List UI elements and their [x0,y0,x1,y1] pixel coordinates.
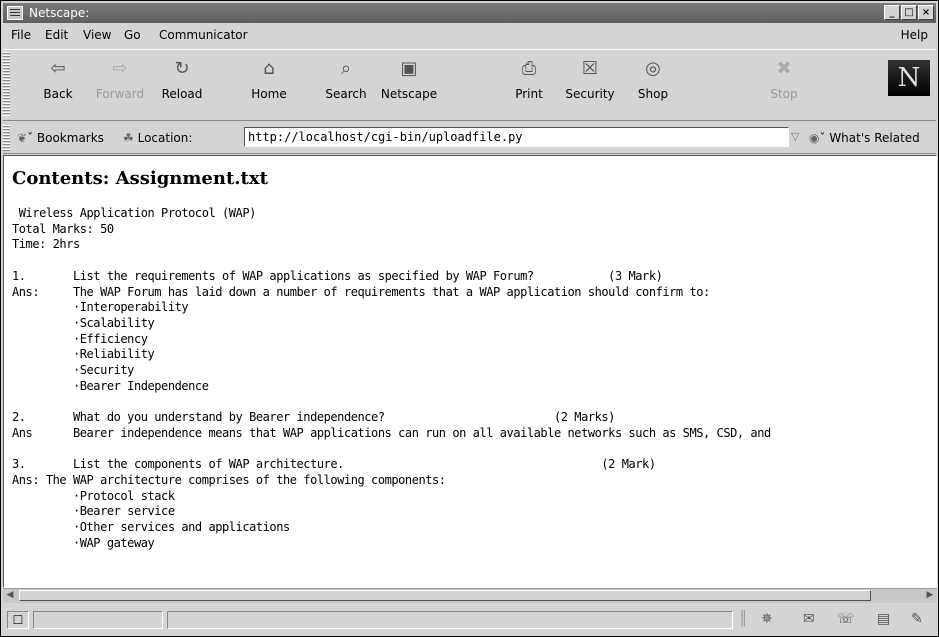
title-bar: Netscape: _ □ × [3,3,936,23]
close-button[interactable]: × [918,5,934,20]
netscape-button[interactable]: ▣ Netscape [378,54,440,101]
back-label: Back [43,87,73,101]
print-label: Print [515,87,543,101]
shop-icon: ◎ [645,58,661,79]
navigator-icon[interactable]: ✵ [761,611,773,627]
back-button[interactable]: ⇦ Back [27,54,89,101]
toolbar-grip[interactable] [3,52,10,116]
component-bar: ║ ✵ ✉ ☏ ▤ ✎ [739,609,935,631]
menu-view[interactable]: View [83,28,111,42]
minimize-button[interactable]: _ [884,5,900,20]
document-text: Wireless Application Protocol (WAP) Tota… [12,206,771,550]
maximize-button[interactable]: □ [901,5,917,20]
window-menu-icon[interactable] [7,6,23,20]
reload-button[interactable]: ↻ Reload [151,54,213,101]
search-button[interactable]: ⌕ Search [315,54,377,101]
mail-icon[interactable]: ✉ [803,611,815,627]
related-icon: ◉ [809,131,820,145]
security-button[interactable]: ☒ Security [559,54,621,101]
scroll-right-arrow-icon[interactable]: ▶ [923,589,937,602]
whats-related-label: What's Related [829,131,920,145]
bookmarks-button[interactable]: ❦ˇ Bookmarks [17,131,104,145]
component-grip[interactable]: ║ [739,611,747,627]
forward-arrow-icon: ⇨ [112,58,128,79]
location-icon: ☘ [123,131,134,145]
forward-label: Forward [95,87,145,101]
netscape-logo[interactable]: N [888,60,930,96]
menu-communicator[interactable]: Communicator [159,28,248,42]
menu-go[interactable]: Go [124,28,141,42]
home-icon: ⌂ [263,58,275,79]
location-label: Location: [137,131,193,145]
page-content[interactable]: Contents: Assignment.txt Wireless Applic… [3,155,937,588]
menu-help[interactable]: Help [901,28,928,42]
stop-icon: ✖ [776,58,792,79]
url-dropdown-icon[interactable]: ▽ [791,130,799,143]
horizontal-scrollbar[interactable]: ◀ ▶ [3,588,937,603]
home-label: Home [251,87,287,101]
progress-pane [33,611,163,629]
lock-icon: ☒ [581,58,599,79]
print-icon: ⎙ [521,58,537,79]
scroll-thumb[interactable] [19,590,871,601]
navigation-toolbar: ⇦ Back ⇨ Forward ↻ Reload ⌂ Home ⌕ Searc… [3,49,936,121]
forward-button[interactable]: ⇨ Forward [89,54,151,101]
search-label: Search [325,87,367,101]
edit-pen-icon[interactable]: ✎ [911,611,923,627]
location-grip[interactable] [3,125,10,151]
url-input[interactable]: http://localhost/cgi-bin/uploadfile.py [244,127,789,147]
menu-file[interactable]: File [11,28,31,42]
location-label-wrap: ☘ Location: [123,131,192,145]
browser-window: Netscape: _ □ × File Edit View Go Commun… [0,0,939,637]
shop-label: Shop [637,87,669,101]
page-title: Contents: Assignment.txt [12,168,268,189]
reload-icon: ↻ [174,58,190,79]
status-bar: ☐ ║ ✵ ✉ ☏ ▤ ✎ [3,605,936,635]
netscape-label: Netscape [380,87,438,101]
stop-button[interactable]: ✖ Stop [753,54,815,101]
netscape-icon: ▣ [400,58,418,79]
groups-icon[interactable]: ☏ [837,611,855,627]
whats-related-button[interactable]: ◉ˇ What's Related [809,131,920,145]
stop-label: Stop [770,87,798,101]
composer-icon[interactable]: ▤ [877,611,890,627]
bookmark-icon: ❦ [17,131,28,145]
security-label: Security [565,87,615,101]
bookmarks-label: Bookmarks [36,131,104,145]
menu-edit[interactable]: Edit [45,28,68,42]
security-status-icon[interactable]: ☐ [7,611,29,629]
reload-label: Reload [161,87,203,101]
window-title: Netscape: [29,6,90,20]
print-button[interactable]: ⎙ Print [498,54,560,101]
home-button[interactable]: ⌂ Home [238,54,300,101]
search-icon: ⌕ [340,58,352,79]
status-message-pane [167,611,733,629]
back-arrow-icon: ⇦ [50,58,66,79]
shop-button[interactable]: ◎ Shop [622,54,684,101]
location-toolbar: ❦ˇ Bookmarks ☘ Location: http://localhos… [3,123,936,154]
menu-bar: File Edit View Go Communicator Help [3,25,936,45]
scroll-left-arrow-icon[interactable]: ◀ [3,589,17,602]
